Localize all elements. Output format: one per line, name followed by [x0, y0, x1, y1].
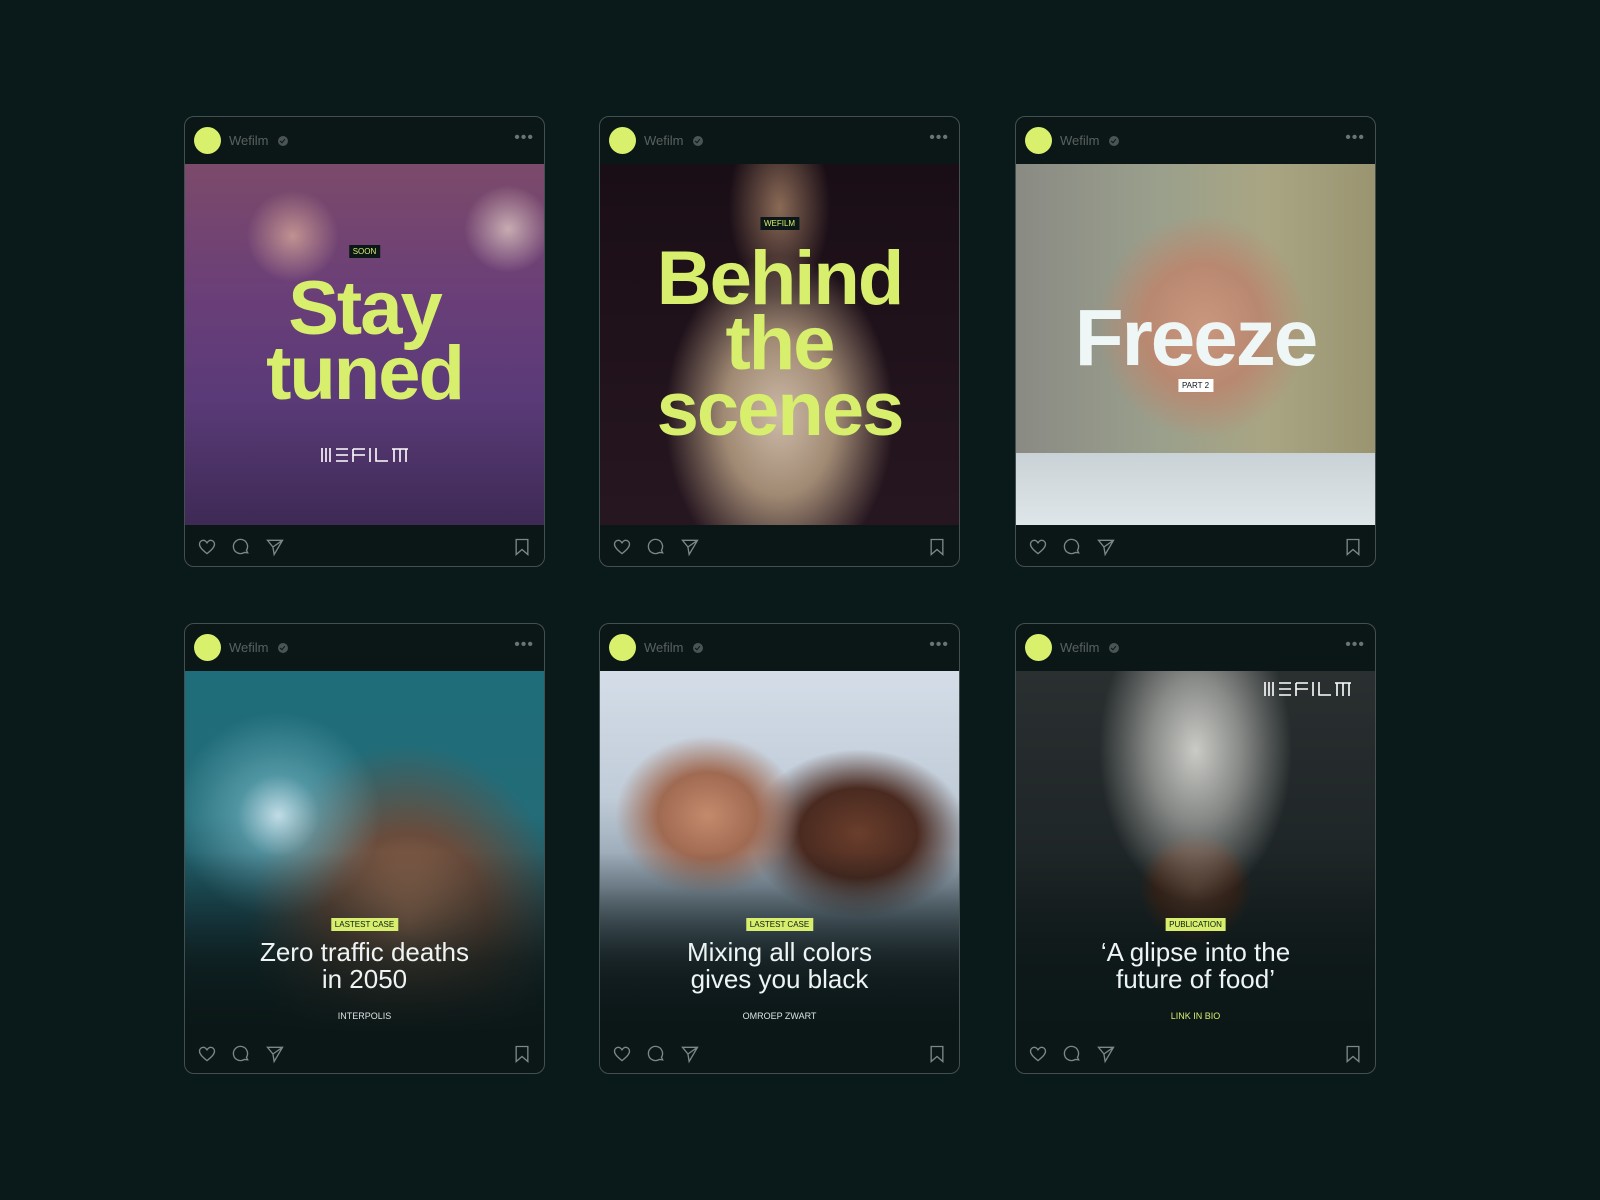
account-name[interactable]: Wefilm	[644, 640, 683, 655]
post-card[interactable]: Wefilm ••• PUBLICATION ‘A glipse into th…	[1015, 623, 1376, 1074]
bookmark-icon[interactable]	[927, 537, 947, 557]
post-actions	[185, 525, 544, 566]
post-header: Wefilm •••	[185, 117, 544, 164]
comment-icon[interactable]	[646, 1044, 666, 1064]
verified-icon	[278, 643, 288, 653]
share-icon[interactable]	[1096, 537, 1116, 557]
post-card[interactable]: Wefilm ••• SOON Stay tuned	[184, 116, 545, 567]
post-client: INTERPOLIS	[337, 1011, 392, 1021]
post-title: Stay tuned	[185, 270, 544, 417]
more-icon[interactable]: •••	[929, 129, 949, 147]
post-title: Behind the scenes	[600, 240, 959, 452]
heart-icon[interactable]	[197, 537, 217, 557]
account-name[interactable]: Wefilm	[229, 640, 268, 655]
post-title-line: tuned	[266, 331, 465, 417]
post-tag: PUBLICATION	[1165, 918, 1226, 931]
verified-icon	[1109, 643, 1119, 653]
post-actions	[1016, 1032, 1375, 1073]
heart-icon[interactable]	[1028, 537, 1048, 557]
account-name[interactable]: Wefilm	[1060, 640, 1099, 655]
heart-icon[interactable]	[197, 1044, 217, 1064]
account-name[interactable]: Wefilm	[229, 133, 268, 148]
avatar[interactable]	[194, 634, 221, 661]
more-icon[interactable]: •••	[514, 129, 534, 147]
avatar[interactable]	[609, 634, 636, 661]
post-headline-line: in 2050	[321, 964, 408, 994]
post-grid: Wefilm ••• SOON Stay tuned Wefilm ••• WE…	[0, 0, 1600, 1200]
post-card[interactable]: Wefilm ••• WEFILM Behind the scenes	[599, 116, 960, 567]
share-icon[interactable]	[1096, 1044, 1116, 1064]
more-icon[interactable]: •••	[929, 636, 949, 654]
share-icon[interactable]	[680, 1044, 700, 1064]
verified-icon	[278, 136, 288, 146]
post-tag: PART 2	[1177, 379, 1214, 392]
bookmark-icon[interactable]	[512, 537, 532, 557]
post-actions	[185, 1032, 544, 1073]
post-tag: WEFILM	[759, 217, 800, 230]
wefilm-logo	[320, 448, 408, 462]
post-header: Wefilm •••	[1016, 117, 1375, 164]
post-headline-line: Mixing all colors	[687, 937, 872, 967]
post-actions	[1016, 525, 1375, 566]
post-header: Wefilm •••	[600, 624, 959, 671]
heart-icon[interactable]	[1028, 1044, 1048, 1064]
comment-icon[interactable]	[646, 537, 666, 557]
verified-icon	[693, 136, 703, 146]
bookmark-icon[interactable]	[927, 1044, 947, 1064]
post-header: Wefilm •••	[600, 117, 959, 164]
post-tag: LASTEST CASE	[745, 918, 814, 931]
bookmark-icon[interactable]	[1343, 537, 1363, 557]
share-icon[interactable]	[265, 537, 285, 557]
post-headline: ‘A glipse into the future of food’	[1016, 939, 1375, 993]
avatar[interactable]	[194, 127, 221, 154]
post-headline: Zero traffic deaths in 2050	[185, 939, 544, 993]
post-media[interactable]: LASTEST CASE Mixing all colors gives you…	[600, 671, 959, 1032]
avatar[interactable]	[1025, 634, 1052, 661]
more-icon[interactable]: •••	[1345, 636, 1365, 654]
wefilm-logo	[1264, 682, 1351, 696]
post-headline-line: ‘A glipse into the	[1100, 937, 1291, 967]
share-icon[interactable]	[265, 1044, 285, 1064]
share-icon[interactable]	[680, 537, 700, 557]
bookmark-icon[interactable]	[1343, 1044, 1363, 1064]
heart-icon[interactable]	[612, 537, 632, 557]
comment-icon[interactable]	[231, 1044, 251, 1064]
comment-icon[interactable]	[231, 537, 251, 557]
post-header: Wefilm •••	[1016, 624, 1375, 671]
verified-icon	[1109, 136, 1119, 146]
account-name[interactable]: Wefilm	[1060, 133, 1099, 148]
post-client: OMROEP ZWART	[742, 1011, 817, 1021]
post-media[interactable]: LASTEST CASE Zero traffic deaths in 2050…	[185, 671, 544, 1032]
more-icon[interactable]: •••	[1345, 129, 1365, 147]
post-actions	[600, 525, 959, 566]
post-header: Wefilm •••	[185, 624, 544, 671]
post-tag: LASTEST CASE	[330, 918, 399, 931]
avatar[interactable]	[1025, 127, 1052, 154]
account-name[interactable]: Wefilm	[644, 133, 683, 148]
comment-icon[interactable]	[1062, 537, 1082, 557]
post-tag: SOON	[348, 245, 381, 258]
post-headline-line: gives you black	[690, 964, 869, 994]
avatar[interactable]	[609, 127, 636, 154]
post-card[interactable]: Wefilm ••• LASTEST CASE Zero traffic dea…	[184, 623, 545, 1074]
post-title-line: scenes	[656, 366, 905, 452]
post-title: Freeze	[1074, 293, 1318, 382]
post-media[interactable]: PUBLICATION ‘A glipse into the future of…	[1016, 671, 1375, 1032]
post-media[interactable]: SOON Stay tuned	[185, 164, 544, 525]
post-card[interactable]: Wefilm ••• Freeze PART 2	[1015, 116, 1376, 567]
post-media[interactable]: Freeze PART 2	[1016, 164, 1375, 525]
post-card[interactable]: Wefilm ••• LASTEST CASE Mixing all color…	[599, 623, 960, 1074]
post-headline: Mixing all colors gives you black	[600, 939, 959, 993]
post-link[interactable]: LINK IN BIO	[1016, 1011, 1375, 1021]
post-headline-line: future of food’	[1116, 964, 1275, 994]
more-icon[interactable]: •••	[514, 636, 534, 654]
post-media[interactable]: WEFILM Behind the scenes	[600, 164, 959, 525]
bookmark-icon[interactable]	[512, 1044, 532, 1064]
post-actions	[600, 1032, 959, 1073]
verified-icon	[693, 643, 703, 653]
comment-icon[interactable]	[1062, 1044, 1082, 1064]
post-headline-line: Zero traffic deaths	[259, 937, 470, 967]
heart-icon[interactable]	[612, 1044, 632, 1064]
